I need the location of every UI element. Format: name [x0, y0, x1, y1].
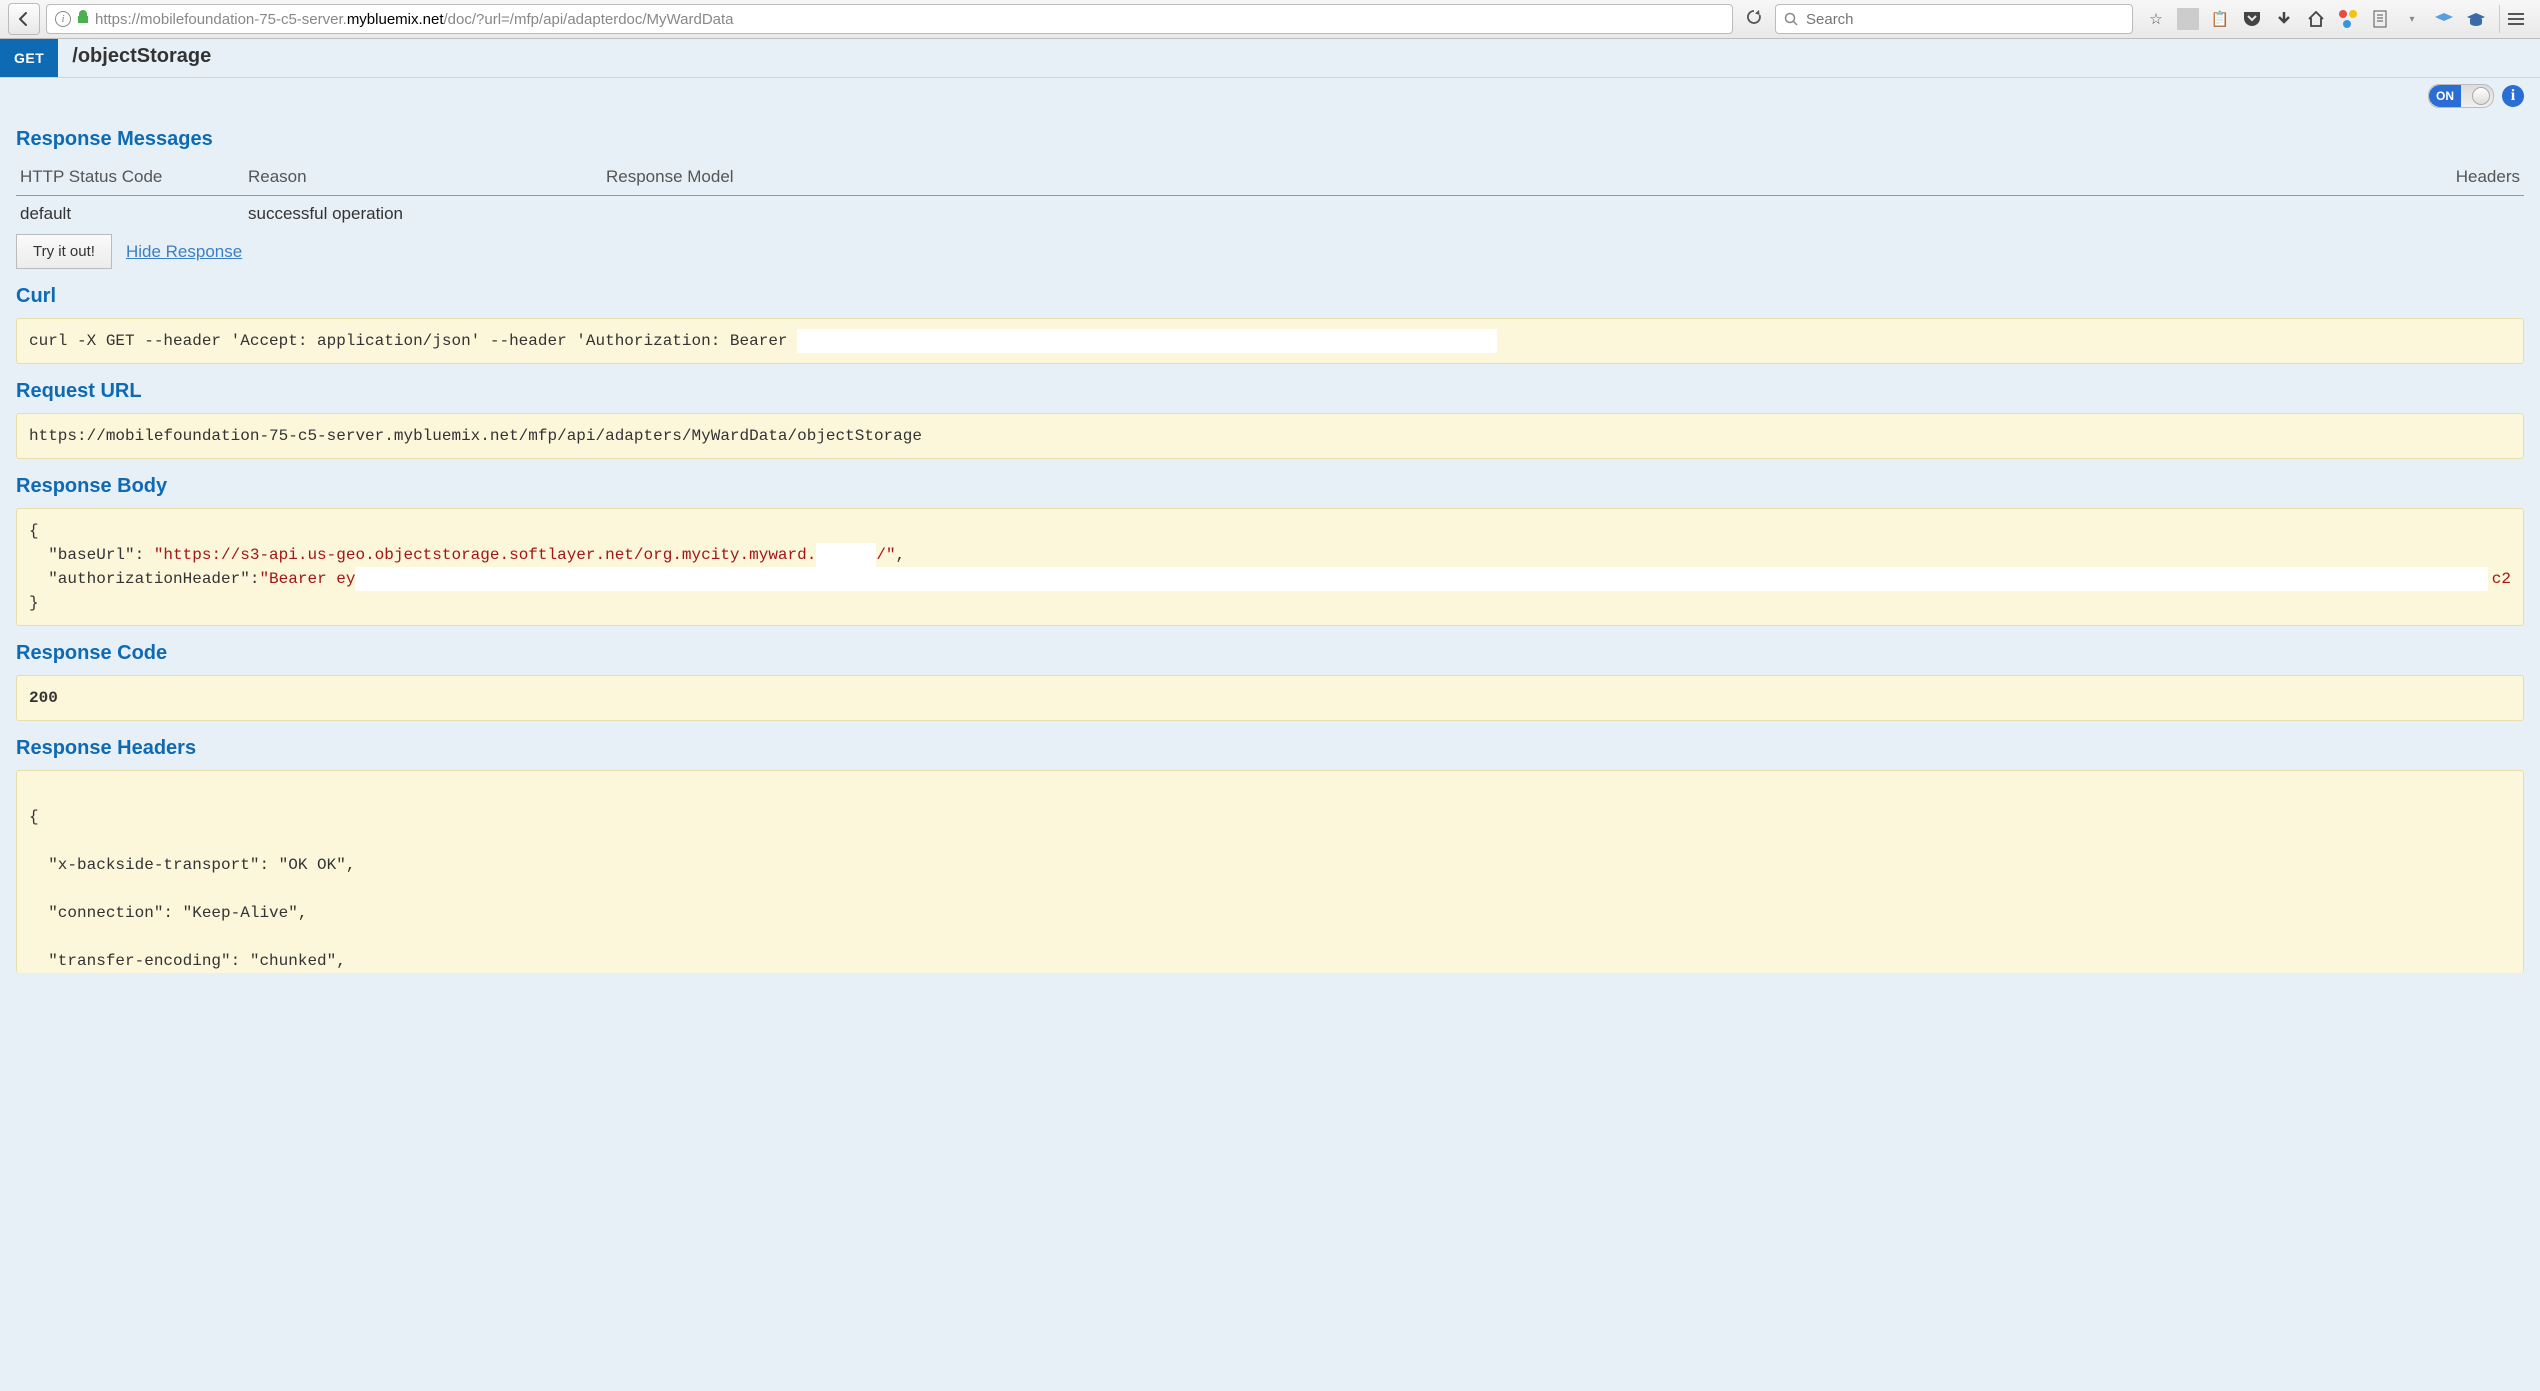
star-icon[interactable]: ☆ — [2145, 8, 2167, 30]
separator — [2177, 8, 2199, 30]
try-it-out-button[interactable]: Try it out! — [16, 234, 112, 269]
reload-icon — [1745, 8, 1763, 26]
back-button[interactable] — [8, 3, 40, 35]
swagger-page: GET /objectStorage ON i Response Message… — [0, 39, 2540, 1391]
http-method-badge: GET — [0, 39, 58, 77]
th-headers: Headers — [2396, 161, 2524, 196]
pocket-icon[interactable] — [2241, 8, 2263, 30]
section-response-messages: Response Messages — [16, 128, 2524, 151]
note-icon[interactable] — [2369, 8, 2391, 30]
response-body-code[interactable]: { "baseUrl": "https://s3-api.us-geo.obje… — [16, 508, 2524, 626]
lock-icon — [77, 10, 89, 28]
search-icon — [1784, 12, 1798, 26]
url-text: https://mobilefoundation-75-c5-server.my… — [95, 11, 734, 28]
response-messages-table: HTTP Status Code Reason Response Model H… — [16, 161, 2524, 232]
th-response-model: Response Model — [602, 161, 2396, 196]
url-bar[interactable]: i https://mobilefoundation-75-c5-server.… — [46, 4, 1733, 34]
graduation-accent-icon[interactable] — [2433, 8, 2455, 30]
section-curl: Curl — [16, 285, 2524, 308]
back-arrow-icon — [16, 11, 32, 27]
hide-response-link[interactable]: Hide Response — [126, 242, 242, 262]
cell-reason: successful operation — [244, 196, 602, 233]
browser-toolbar: i https://mobilefoundation-75-c5-server.… — [0, 0, 2540, 39]
section-response-code: Response Code — [16, 642, 2524, 665]
reload-button[interactable] — [1739, 8, 1769, 30]
table-row: default successful operation — [16, 196, 2524, 233]
search-box[interactable] — [1775, 4, 2133, 34]
home-icon[interactable] — [2305, 8, 2327, 30]
request-url-code[interactable]: https://mobilefoundation-75-c5-server.my… — [16, 413, 2524, 459]
toolbar-icons: ☆ 📋 ▾ — [2139, 8, 2493, 30]
toggle-on-label: ON — [2429, 85, 2461, 107]
operation-path: /objectStorage — [58, 39, 225, 77]
download-icon[interactable] — [2273, 8, 2295, 30]
toggle-knob — [2472, 87, 2490, 105]
response-headers-code[interactable]: { "x-backside-transport": "OK OK", "conn… — [16, 770, 2524, 973]
curl-token-masked — [797, 329, 1497, 353]
section-request-url: Request URL — [16, 380, 2524, 403]
section-response-body: Response Body — [16, 475, 2524, 498]
cell-status: default — [16, 196, 244, 233]
clipboard-icon[interactable]: 📋 — [2209, 8, 2231, 30]
operation-header[interactable]: GET /objectStorage — [0, 39, 2540, 78]
th-status-code: HTTP Status Code — [16, 161, 244, 196]
search-input[interactable] — [1804, 10, 2124, 29]
menu-button[interactable] — [2499, 5, 2532, 33]
hamburger-icon — [2507, 12, 2525, 26]
graduation-icon[interactable] — [2465, 8, 2487, 30]
auth-toggle[interactable]: ON — [2428, 84, 2494, 108]
section-response-headers: Response Headers — [16, 737, 2524, 760]
response-code-value[interactable]: 200 — [16, 675, 2524, 721]
info-icon[interactable]: i — [2502, 85, 2524, 107]
curl-code[interactable]: curl -X GET --header 'Accept: applicatio… — [16, 318, 2524, 364]
th-reason: Reason — [244, 161, 602, 196]
dropdown-caret-icon[interactable]: ▾ — [2401, 8, 2423, 30]
site-info-icon: i — [55, 11, 71, 27]
colors-icon[interactable] — [2337, 8, 2359, 30]
